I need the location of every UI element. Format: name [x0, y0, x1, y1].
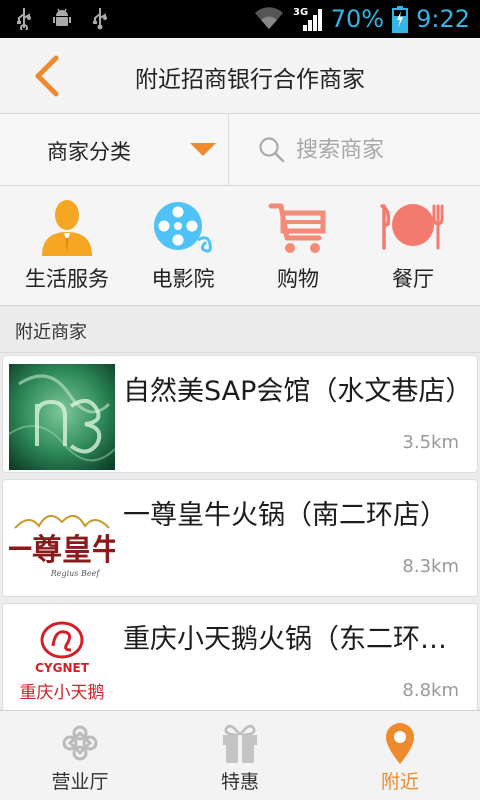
merchant-thumbnail: CYGNET 重庆小天鹅 [9, 612, 115, 718]
merchant-thumbnail [9, 364, 115, 470]
merchant-name: 自然美SAP会馆（水文巷店） [123, 376, 473, 407]
tab-nearby[interactable]: 附近 [320, 711, 480, 800]
logo-text-sub: Regius Beef [50, 569, 102, 578]
filter-bar: 商家分类 [0, 114, 480, 186]
merchant-name: 一尊皇牛火锅（南二环店） [123, 500, 447, 531]
spa-logo-image [9, 364, 115, 470]
merchant-distance: 8.8km [402, 680, 459, 701]
category-shopping[interactable]: 购物 [248, 186, 348, 306]
tab-offers[interactable]: 特惠 [160, 711, 320, 800]
notification-icons [14, 6, 110, 32]
person-icon [42, 200, 92, 256]
search-box[interactable] [230, 114, 480, 186]
system-indicators: 3G 70% 9:22 [253, 4, 470, 34]
dropdown-caret-icon [190, 143, 216, 156]
tab-label: 特惠 [220, 771, 259, 793]
hotpot-logo-image: 一尊皇牛 Regius Beef [9, 488, 115, 594]
battery-charging-icon [392, 6, 409, 33]
merchant-distance: 3.5km [402, 432, 459, 453]
cygnet-logo-image: CYGNET 重庆小天鹅 [9, 612, 115, 718]
plate-fork-knife-icon [380, 204, 444, 250]
category-label: 电影院 [151, 267, 215, 291]
tab-business-hall[interactable]: 营业厅 [0, 711, 160, 800]
gift-box-icon [223, 724, 257, 763]
category-dropdown[interactable]: 商家分类 [0, 114, 229, 186]
unicom-knot-icon [62, 725, 98, 761]
merchant-thumbnail: 一尊皇牛 Regius Beef [9, 488, 115, 594]
category-label: 购物 [277, 267, 319, 291]
category-cinema[interactable]: 电影院 [133, 186, 233, 306]
section-header: 附近商家 [0, 307, 480, 353]
page-title: 附近招商银行合作商家 [135, 67, 365, 93]
logo-text-main: 一尊皇牛 [9, 533, 115, 568]
tab-label: 营业厅 [51, 771, 109, 793]
search-icon [259, 137, 285, 163]
search-input[interactable] [296, 134, 466, 166]
section-title: 附近商家 [15, 322, 87, 343]
signal-icon: 3G [293, 7, 322, 31]
location-pin-icon [386, 723, 414, 764]
app-header: 附近招商银行合作商家 [0, 38, 480, 114]
category-restaurant[interactable]: 餐厅 [363, 186, 463, 306]
category-label: 餐厅 [392, 267, 434, 291]
category-label: 生活服务 [25, 267, 109, 291]
network-type-label: 3G [293, 7, 308, 18]
category-shortcuts: 生活服务 电影院 购物 餐厅 [0, 186, 480, 306]
tab-label: 附近 [380, 771, 419, 793]
logo-brand: CYGNET [35, 661, 90, 675]
usb-icon [90, 6, 110, 30]
wifi-icon [254, 7, 283, 30]
status-bar: 3G 70% 9:22 [0, 0, 480, 38]
shopping-cart-icon [268, 203, 326, 253]
merchant-item[interactable]: 自然美SAP会馆（水文巷店） 3.5km [2, 355, 478, 473]
merchant-item[interactable]: 一尊皇牛 Regius Beef 一尊皇牛火锅（南二环店） 8.3km [2, 479, 478, 597]
android-debug-icon [52, 6, 72, 30]
merchant-name: 重庆小天鹅火锅（东二环店） [123, 624, 473, 655]
category-dropdown-label: 商家分类 [47, 140, 131, 164]
film-reel-icon [154, 202, 212, 253]
usb-icon [14, 6, 34, 32]
battery-percent: 70% [330, 5, 385, 33]
logo-text-main: 重庆小天鹅 [20, 683, 105, 703]
bottom-tab-bar: 营业厅 特惠 附近 [0, 710, 480, 800]
merchant-distance: 8.3km [402, 556, 459, 577]
merchant-item[interactable]: CYGNET 重庆小天鹅 重庆小天鹅火锅（东二环店） 8.8km [2, 603, 478, 721]
category-life-services[interactable]: 生活服务 [17, 186, 117, 306]
clock: 9:22 [416, 5, 470, 33]
